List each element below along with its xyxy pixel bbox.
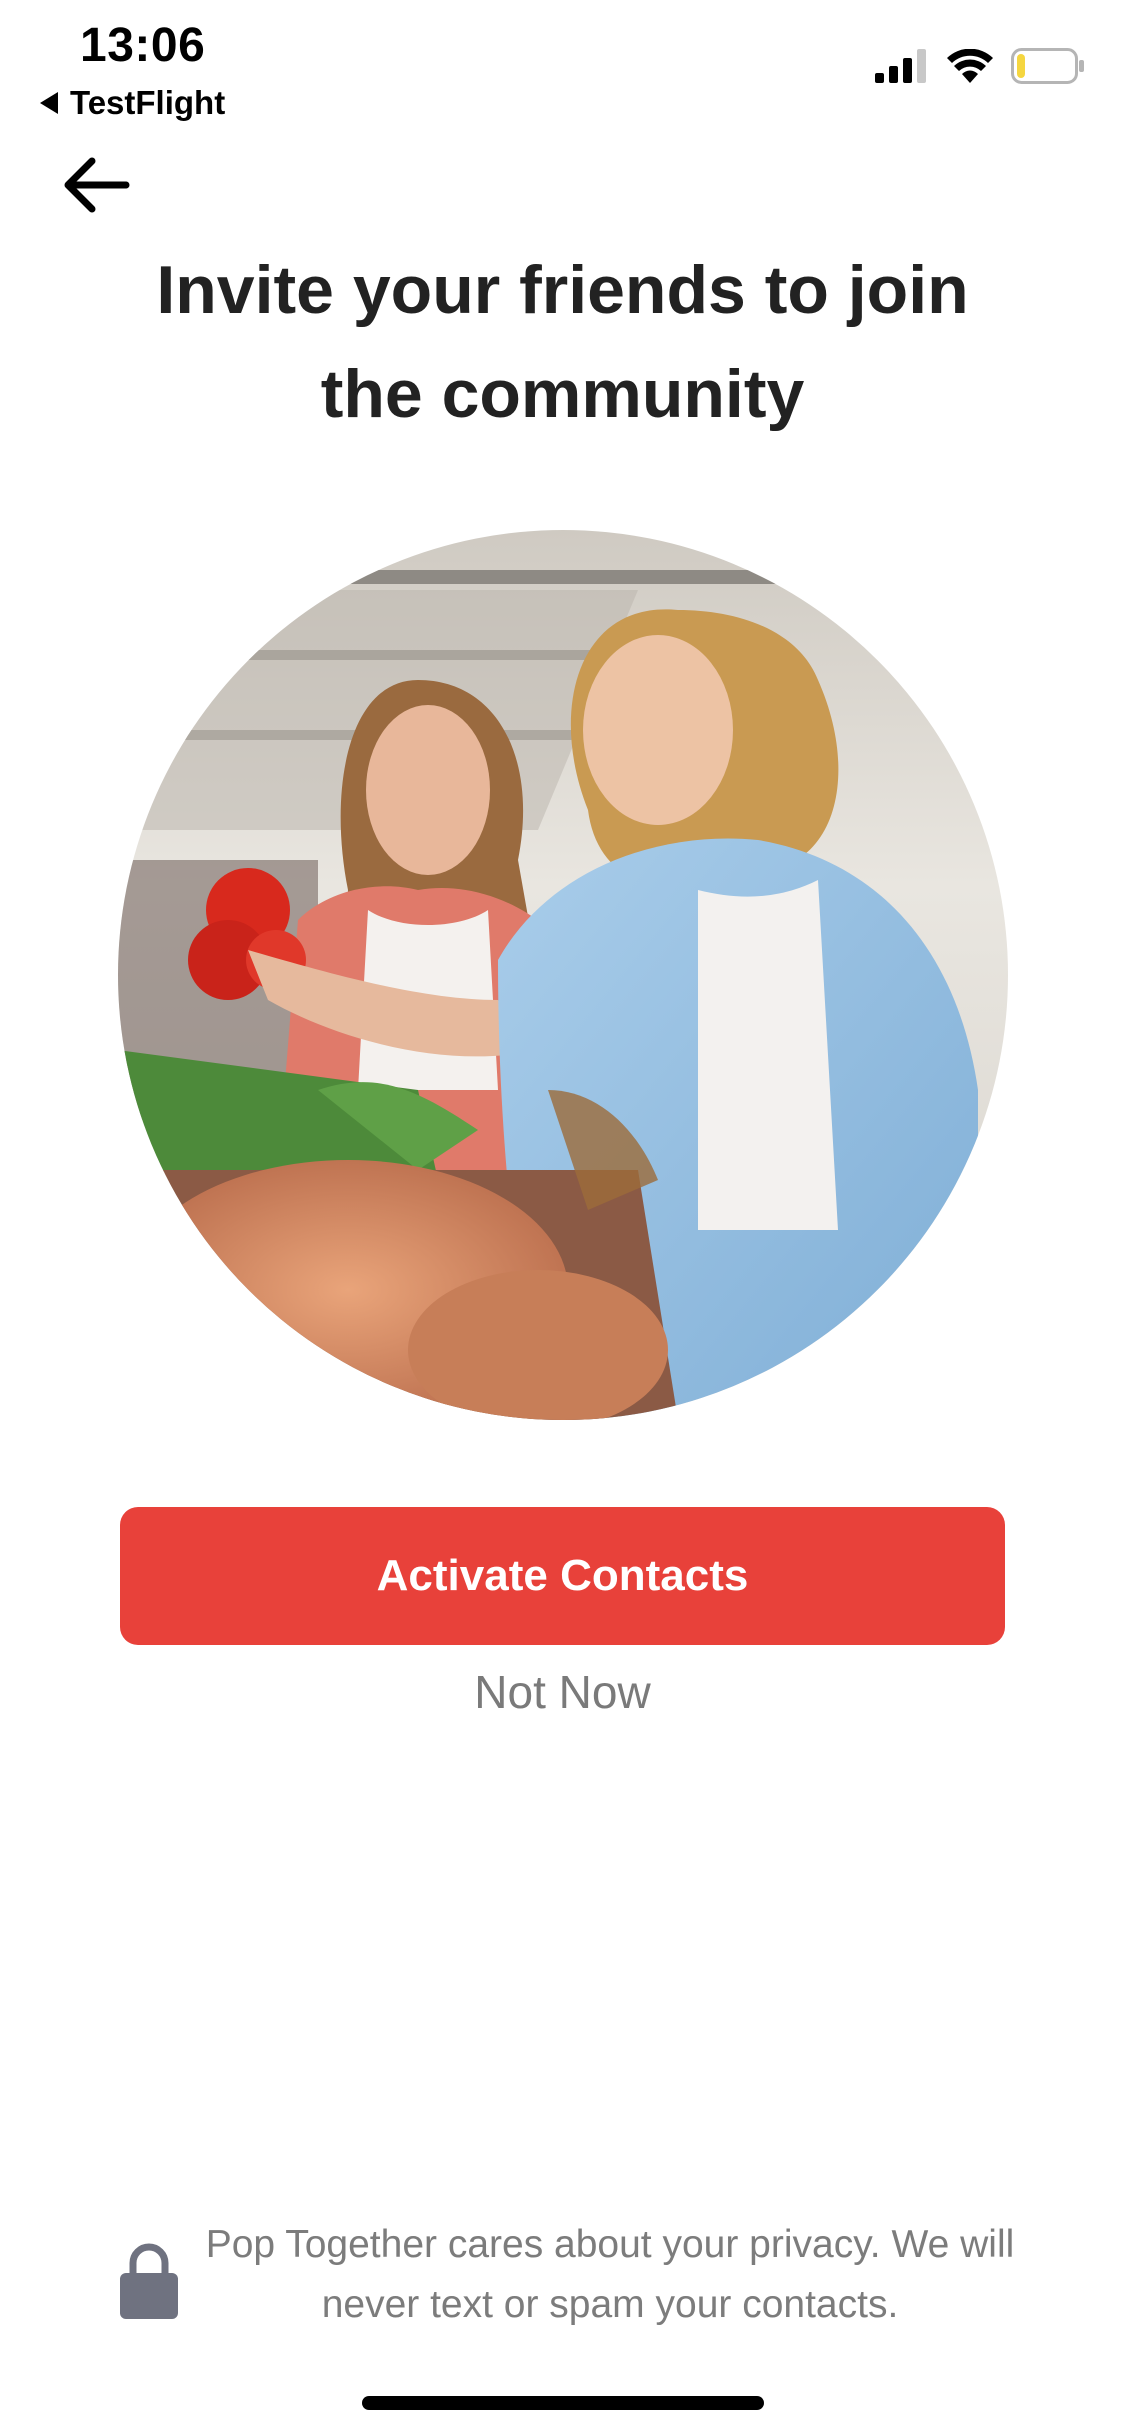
lock-icon: [120, 2243, 178, 2319]
back-to-app-link[interactable]: TestFlight: [40, 84, 225, 122]
title-line-2: the community: [320, 356, 805, 432]
status-time: 13:06: [80, 19, 206, 72]
not-now-button[interactable]: Not Now: [0, 1665, 1125, 1719]
status-icons: [875, 48, 1085, 84]
privacy-text: Pop Together cares about your privacy. W…: [205, 2223, 1015, 2326]
page-title: Invite your friends to join the communit…: [100, 238, 1025, 446]
hero-image: [118, 530, 1008, 1420]
market-photo: [118, 530, 1008, 1420]
back-arrow-icon[interactable]: [56, 145, 136, 225]
privacy-note: Pop Together cares about your privacy. W…: [120, 2215, 1020, 2335]
home-indicator[interactable]: [362, 2396, 764, 2410]
title-line-1: Invite your friends to join: [156, 252, 969, 328]
back-app-label: TestFlight: [70, 84, 226, 121]
battery-icon: [1011, 48, 1084, 84]
signal-icon: [875, 49, 926, 83]
wifi-icon: [947, 49, 993, 83]
back-triangle-icon: [40, 92, 58, 114]
activate-contacts-button[interactable]: Activate Contacts: [120, 1507, 1005, 1645]
